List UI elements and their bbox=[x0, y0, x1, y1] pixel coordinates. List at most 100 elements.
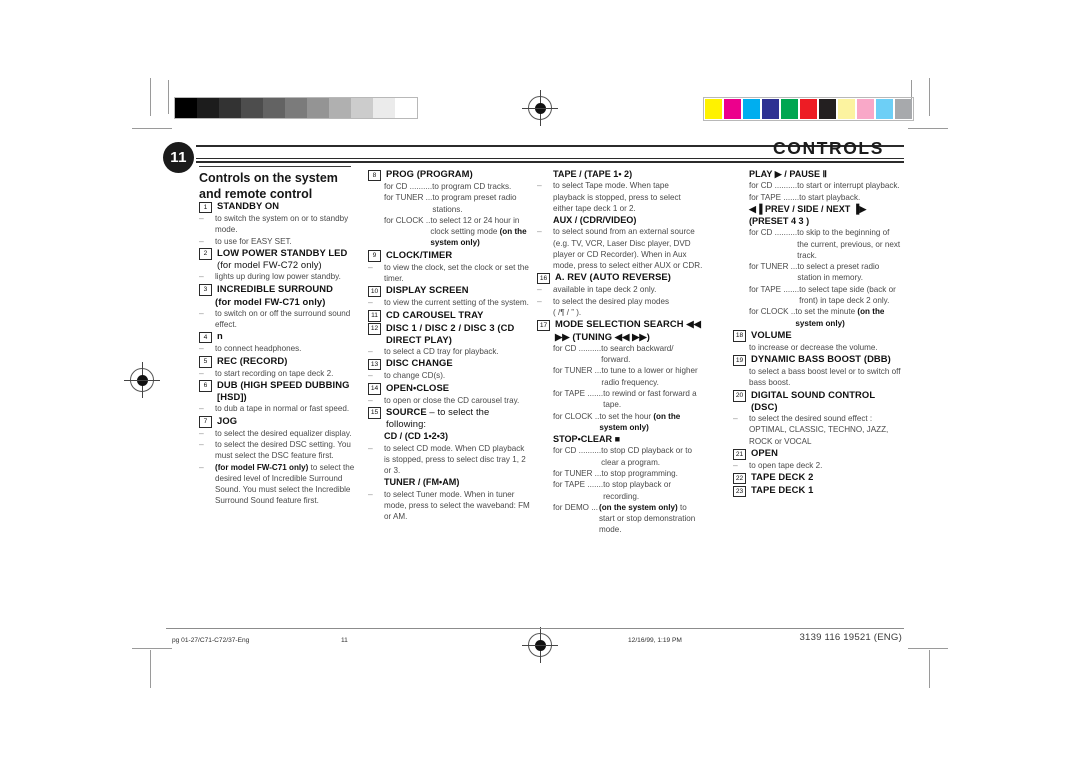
bullet-dash-icon: – bbox=[368, 488, 373, 499]
grayscale-patch-10 bbox=[395, 98, 417, 118]
control-entry-number: 5 bbox=[199, 356, 212, 368]
control-entry-number: 9 bbox=[368, 250, 381, 262]
color-patch-9 bbox=[876, 99, 893, 119]
control-entry-header: 23 TAPE DECK 1 bbox=[733, 484, 901, 498]
control-text: to increase or decrease the volume. bbox=[749, 342, 878, 352]
control-mode-bold-lead: (on the system only) bbox=[599, 502, 680, 512]
color-calibration-bar bbox=[703, 97, 914, 121]
bullet-text: to switch on or off the surround sound e… bbox=[215, 308, 351, 330]
control-entry-number: 12 bbox=[368, 323, 381, 335]
control-entry: 4 n – to connect headphones. bbox=[199, 330, 362, 354]
control-entry-title: PROG (PROGRAM) bbox=[386, 168, 473, 179]
bullet-text: to open or close the CD carousel tray. bbox=[384, 395, 520, 405]
control-mode-label: for TUNER ... bbox=[553, 468, 602, 478]
bullet-text: to view the current setting of the syste… bbox=[384, 298, 529, 308]
control-entry-title: n bbox=[217, 330, 223, 342]
control-entry-header: 15 SOURCE – to select the following: bbox=[368, 406, 531, 430]
control-entry-number: 8 bbox=[368, 169, 381, 181]
bullet-dash-icon: – bbox=[199, 438, 204, 449]
control-entry-number: 1 bbox=[199, 201, 212, 213]
registration-mark-left bbox=[124, 362, 160, 398]
bullet-dash-icon: – bbox=[199, 367, 204, 378]
control-bullet: – to start recording on tape deck 2. bbox=[199, 368, 362, 379]
color-patch-5 bbox=[800, 99, 817, 119]
control-entry-header: 8 PROG (PROGRAM) bbox=[368, 168, 531, 181]
control-entry-header: 13 DISC CHANGE bbox=[368, 357, 531, 371]
control-entry-header: 22 TAPE DECK 2 bbox=[733, 471, 901, 485]
control-mode-text: to stop programming. bbox=[601, 468, 678, 478]
control-entry: 18 VOLUME to increase or decrease the volu… bbox=[733, 329, 901, 353]
control-entry: 21 OPEN – to open tape deck 2. bbox=[733, 447, 901, 471]
control-entry-number: 4 bbox=[199, 331, 212, 344]
control-mode-row: for CLOCK .. to set the minute (on the sy… bbox=[733, 306, 901, 329]
control-mode-row: for CD .......... to search backward/ for… bbox=[537, 343, 703, 366]
control-mode-text: to start playback. bbox=[799, 192, 861, 202]
control-entry-title: CLOCK/TIMER bbox=[386, 248, 453, 260]
color-patch-7 bbox=[838, 99, 855, 119]
control-entry: 6 DUB (HIGH SPEED DUBBING [HSD]) – to dub a… bbox=[199, 379, 362, 415]
control-bullet: – available in tape deck 2 only. bbox=[537, 284, 703, 295]
control-entry-header: 14 OPEN•CLOSE bbox=[368, 382, 531, 395]
control-entry: 17 MODE SELECTION SEARCH ◀◀ ▶▶ (TUNING ◀◀… bbox=[537, 318, 703, 433]
controls-column-3: TAPE / (TAPE 1• 2) – to select Tape mode. … bbox=[537, 168, 703, 536]
crop-mark-br-h bbox=[908, 648, 948, 649]
control-bullet: – to open or close the CD carousel tray. bbox=[368, 395, 531, 406]
crop-mark-bl-h bbox=[132, 648, 172, 649]
bullet-dash-icon: – bbox=[368, 346, 373, 357]
manual-page: 11 CONTROLS Controls on the system and r… bbox=[0, 0, 1080, 763]
crop-mark-tl-h bbox=[132, 128, 172, 129]
control-mode-text: to select tape side (back or front) in t… bbox=[799, 284, 896, 305]
control-entry: 11 CD CAROUSEL TRAY bbox=[368, 309, 531, 322]
control-entry-number: 3 bbox=[199, 284, 212, 296]
bullet-dash-icon: – bbox=[368, 394, 373, 405]
bullet-dash-icon: – bbox=[199, 307, 204, 318]
control-entry-header: 18 VOLUME bbox=[733, 329, 901, 342]
crop-mark-tl-v bbox=[150, 78, 151, 116]
bullet-text: to select Tape mode. When tape playback … bbox=[553, 181, 681, 213]
control-mode-row: for CD .......... to program CD tracks. bbox=[368, 181, 531, 192]
control-mode-text: to select a preset radio station in memo… bbox=[797, 262, 880, 283]
bullet-text: to select the desired play modes bbox=[553, 296, 670, 306]
control-entry-title: TAPE DECK 2 bbox=[751, 471, 814, 483]
bullet-dash-icon: – bbox=[368, 442, 373, 453]
color-patch-3 bbox=[762, 99, 779, 119]
control-entry-title: LOW POWER STANDBY LED (for model FW-C72 … bbox=[217, 246, 348, 271]
control-entry-number: 18 bbox=[733, 330, 746, 342]
control-mode-label: for CLOCK .. bbox=[749, 307, 796, 317]
grayscale-patch-3 bbox=[241, 98, 263, 118]
control-entry-title-note: (for model FW-C72 only) bbox=[217, 259, 322, 271]
control-entry-title: DYNAMIC BASS BOOST (DBB) bbox=[751, 353, 891, 365]
control-mode-label: for CD .......... bbox=[749, 228, 798, 238]
control-entry-title: MODE SELECTION SEARCH ◀◀ ▶▶ (TUNING ◀◀ ▶… bbox=[555, 318, 701, 342]
control-entry-title: DISC CHANGE bbox=[386, 357, 453, 369]
control-mode-text: to set the minute (on the system only) bbox=[795, 307, 885, 328]
grayscale-patch-8 bbox=[351, 98, 373, 118]
control-mode-row: for TAPE ....... to start playback. bbox=[733, 192, 901, 203]
control-bullet: – to open tape deck 2. bbox=[733, 460, 901, 471]
bullet-text: to dub a tape in normal or fast speed. bbox=[215, 404, 350, 414]
control-mode-label: for TUNER ... bbox=[553, 366, 602, 376]
control-bullet: – to view the clock, set the clock or set… bbox=[368, 262, 531, 285]
control-entry: 15 SOURCE – to select the following: bbox=[368, 406, 531, 430]
control-mode-row: for DEMO ... (on the system only) to star… bbox=[537, 502, 703, 536]
control-entry-number: 20 bbox=[733, 390, 746, 402]
control-entry-title: SOURCE – to select the following: bbox=[386, 405, 490, 430]
bullet-dash-icon: – bbox=[537, 295, 542, 306]
control-bullet: – to select Tape mode. When tape playback… bbox=[537, 180, 703, 214]
bullet-text: to select Tuner mode. When in tuner mode… bbox=[384, 489, 530, 522]
control-entry: TAPE / (TAPE 1• 2) – to select Tape mode. … bbox=[537, 168, 703, 214]
bullet-text: lights up during low power standby. bbox=[215, 272, 341, 282]
crop-mark-tl2-v bbox=[168, 80, 169, 114]
grayscale-patch-1 bbox=[197, 98, 219, 118]
grayscale-patch-2 bbox=[219, 98, 241, 118]
footer-page-number: 11 bbox=[341, 637, 348, 644]
control-mode-text: to search backward/ forward. bbox=[601, 343, 674, 365]
section-title: Controls on the system and remote contro… bbox=[199, 171, 338, 201]
bullet-text: to select the desired equalizer display. bbox=[215, 428, 352, 438]
grayscale-calibration-bar bbox=[174, 97, 418, 119]
control-entry-header: 3 INCREDIBLE SURROUND bbox=[199, 283, 362, 296]
control-subheading: TAPE / (TAPE 1• 2) bbox=[553, 169, 633, 179]
bullet-dash-icon: – bbox=[368, 297, 373, 308]
grayscale-patch-0 bbox=[175, 98, 197, 118]
header-rule-bottom bbox=[196, 161, 904, 163]
